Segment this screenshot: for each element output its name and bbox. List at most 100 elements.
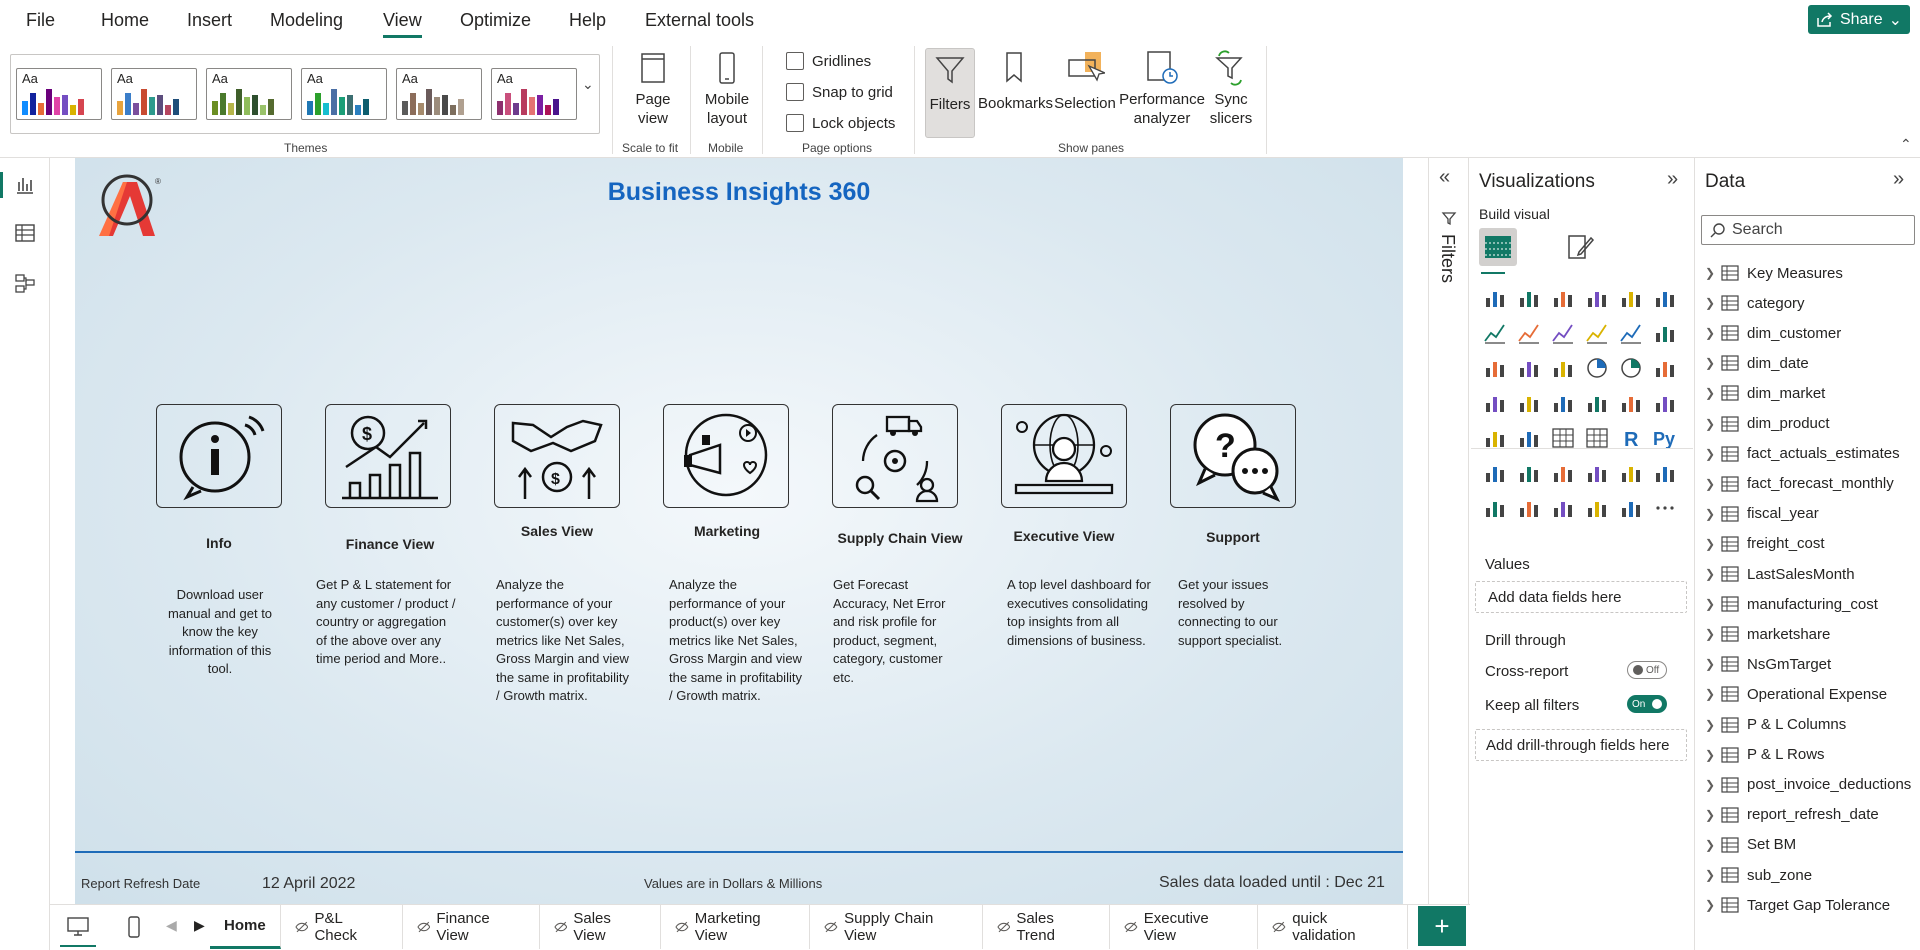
theme-option-6[interactable]: Aa xyxy=(491,68,577,120)
menu-help[interactable]: Help xyxy=(569,10,606,31)
100-column-icon[interactable] xyxy=(1653,286,1677,310)
bookmarks-pane-button[interactable]: Bookmarks xyxy=(978,50,1053,113)
data-field-item[interactable]: ❯ Set BM xyxy=(1705,830,1796,860)
chevron-right-icon[interactable]: ❯ xyxy=(1705,447,1719,461)
menu-home[interactable]: Home xyxy=(101,10,149,31)
python-visual-icon[interactable]: Py xyxy=(1653,426,1677,450)
cross-report-toggle[interactable]: Off xyxy=(1627,661,1667,679)
model-view-icon[interactable] xyxy=(14,272,36,294)
menu-insert[interactable]: Insert xyxy=(187,10,232,31)
kpi-icon[interactable] xyxy=(1483,426,1507,450)
report-canvas[interactable]: ® Business Insights 360 $ $ ? Info Finan… xyxy=(75,158,1403,904)
format-visual-icon[interactable] xyxy=(1565,232,1595,262)
data-field-item[interactable]: ❯ dim_product xyxy=(1705,409,1830,439)
theme-option-5[interactable]: Aa xyxy=(396,68,482,120)
chevron-right-icon[interactable]: ❯ xyxy=(1705,477,1719,491)
area-chart-icon[interactable] xyxy=(1517,321,1541,345)
data-field-item[interactable]: ❯ dim_customer xyxy=(1705,318,1841,348)
page-tab[interactable]: Finance View xyxy=(403,905,540,949)
table-icon[interactable] xyxy=(1551,426,1575,450)
data-field-item[interactable]: ❯ P & L Columns xyxy=(1705,710,1846,740)
chevron-right-icon[interactable]: ❯ xyxy=(1705,808,1719,822)
more-visuals-icon[interactable] xyxy=(1653,496,1677,520)
data-field-item[interactable]: ❯ category xyxy=(1705,288,1805,318)
page-tab[interactable]: Supply Chain View xyxy=(810,905,983,949)
finance-view-tile-button[interactable]: $ xyxy=(325,404,451,508)
chevron-right-icon[interactable]: ❯ xyxy=(1705,778,1719,792)
azure-map-icon[interactable] xyxy=(1551,391,1575,415)
power-apps-icon[interactable] xyxy=(1585,496,1609,520)
data-field-item[interactable]: ❯ P & L Rows xyxy=(1705,740,1825,770)
chevron-right-icon[interactable]: ❯ xyxy=(1705,657,1719,671)
scroll-left-icon[interactable]: ◀ xyxy=(166,917,177,934)
data-field-item[interactable]: ❯ sub_zone xyxy=(1705,860,1812,890)
metrics-icon[interactable] xyxy=(1517,496,1541,520)
drill-through-drop-zone[interactable]: Add drill-through fields here xyxy=(1475,729,1687,761)
pie-icon[interactable] xyxy=(1585,356,1609,380)
scatter-icon[interactable] xyxy=(1551,356,1575,380)
support-tile-button[interactable]: ? xyxy=(1170,404,1296,508)
collapse-data-pane-icon[interactable]: » xyxy=(1893,168,1904,191)
clustered-column-icon[interactable] xyxy=(1585,286,1609,310)
data-field-item[interactable]: ❯ dim_market xyxy=(1705,378,1825,408)
theme-option-2[interactable]: Aa xyxy=(111,68,197,120)
arcgis-icon[interactable] xyxy=(1551,496,1575,520)
page-tab[interactable]: P&L Check xyxy=(281,905,403,949)
funnel-icon[interactable] xyxy=(1517,356,1541,380)
clustered-bar-icon[interactable] xyxy=(1551,286,1575,310)
chevron-right-icon[interactable]: ❯ xyxy=(1705,326,1719,340)
matrix-icon[interactable] xyxy=(1585,426,1609,450)
collapse-ribbon-icon[interactable]: ⌃ xyxy=(1900,136,1912,153)
performance-analyzer-button[interactable]: Performance analyzer xyxy=(1118,50,1206,128)
data-search-input[interactable]: Search xyxy=(1701,215,1915,245)
theme-option-4[interactable]: Aa xyxy=(301,68,387,120)
collapse-viz-pane-icon[interactable]: » xyxy=(1667,168,1678,191)
report-view-icon[interactable] xyxy=(14,174,36,196)
chevron-right-icon[interactable]: ❯ xyxy=(1705,537,1719,551)
data-field-item[interactable]: ❯ dim_date xyxy=(1705,348,1809,378)
page-view-button[interactable]: Page view xyxy=(628,50,678,128)
slicer-icon[interactable] xyxy=(1517,426,1541,450)
qa-icon[interactable] xyxy=(1551,461,1575,485)
page-tab[interactable]: Sales View xyxy=(540,905,662,949)
gauge-icon[interactable] xyxy=(1585,391,1609,415)
chevron-right-icon[interactable]: ❯ xyxy=(1705,898,1719,912)
data-field-item[interactable]: ❯ fiscal_year xyxy=(1705,499,1819,529)
theme-option-1[interactable]: Aa xyxy=(16,68,102,120)
donut-icon[interactable] xyxy=(1619,356,1643,380)
themes-expand-icon[interactable]: ⌄ xyxy=(582,76,594,93)
page-tab[interactable]: Marketing View xyxy=(661,905,811,949)
page-tab[interactable]: Home xyxy=(210,905,281,949)
data-field-item[interactable]: ❯ NsGmTarget xyxy=(1705,649,1831,679)
key-influencers-icon[interactable] xyxy=(1517,461,1541,485)
chevron-right-icon[interactable]: ❯ xyxy=(1705,417,1719,431)
data-field-item[interactable]: ❯ marketshare xyxy=(1705,619,1830,649)
power-automate-icon[interactable] xyxy=(1619,496,1643,520)
chevron-right-icon[interactable]: ❯ xyxy=(1705,507,1719,521)
page-tab[interactable]: Executive View xyxy=(1110,905,1259,949)
data-field-item[interactable]: ❯ Key Measures xyxy=(1705,258,1843,288)
mobile-layout-icon[interactable] xyxy=(126,915,142,939)
line-chart-icon[interactable] xyxy=(1483,321,1507,345)
data-field-item[interactable]: ❯ report_refresh_date xyxy=(1705,800,1879,830)
stacked-bar-icon[interactable] xyxy=(1483,286,1507,310)
theme-option-3[interactable]: Aa xyxy=(206,68,292,120)
data-field-item[interactable]: ❯ Operational Expense xyxy=(1705,679,1887,709)
chevron-right-icon[interactable]: ❯ xyxy=(1705,386,1719,400)
page-tab[interactable]: Sales Trend xyxy=(983,905,1110,949)
card-icon[interactable] xyxy=(1619,391,1643,415)
share-button[interactable]: Share ⌄ xyxy=(1808,5,1910,34)
decomposition-tree-icon[interactable] xyxy=(1483,461,1507,485)
info-tile-button[interactable] xyxy=(156,404,282,508)
filled-map-icon[interactable] xyxy=(1517,391,1541,415)
data-field-item[interactable]: ❯ Target Gap Tolerance xyxy=(1705,890,1890,920)
r-visual-icon[interactable]: R xyxy=(1619,426,1643,450)
data-field-item[interactable]: ❯ manufacturing_cost xyxy=(1705,589,1878,619)
chevron-right-icon[interactable]: ❯ xyxy=(1705,838,1719,852)
map-icon[interactable] xyxy=(1483,391,1507,415)
sales-view-tile-button[interactable]: $ xyxy=(494,404,620,508)
chevron-right-icon[interactable]: ❯ xyxy=(1705,868,1719,882)
chevron-right-icon[interactable]: ❯ xyxy=(1705,266,1719,280)
executive-view-tile-button[interactable] xyxy=(1001,404,1127,508)
100-bar-icon[interactable] xyxy=(1619,286,1643,310)
